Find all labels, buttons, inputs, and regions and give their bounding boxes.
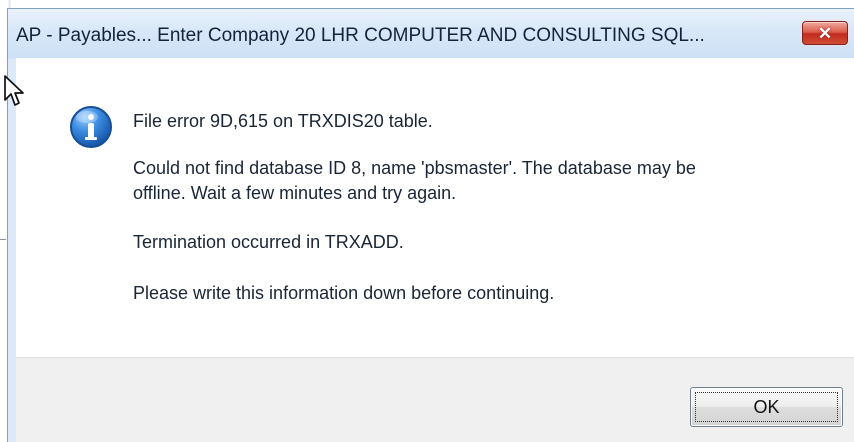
dialog-body: File error 9D,615 on TRXDIS20 table. Cou… bbox=[16, 58, 854, 442]
mouse-pointer-icon bbox=[4, 75, 24, 106]
close-icon: ✕ bbox=[817, 23, 833, 43]
dialog-button-area: OK bbox=[16, 357, 854, 442]
ok-button[interactable]: OK bbox=[690, 387, 843, 427]
dialog-title: AP - Payables... Enter Company 20 LHR CO… bbox=[16, 25, 705, 46]
error-dialog-window: AP - Payables... Enter Company 20 LHR CO… bbox=[7, 8, 854, 442]
desktop-background: AP - Payables... Enter Company 20 LHR CO… bbox=[0, 0, 854, 442]
close-button[interactable]: ✕ bbox=[802, 21, 848, 45]
database-error-line-1: Could not find database ID 8, name 'pbsm… bbox=[133, 158, 696, 178]
message-area: File error 9D,615 on TRXDIS20 table. Cou… bbox=[16, 58, 854, 357]
database-error-line-2: offline. Wait a few minutes and try agai… bbox=[133, 183, 457, 203]
dialog-title-bar[interactable]: AP - Payables... Enter Company 20 LHR CO… bbox=[8, 9, 854, 59]
information-icon bbox=[70, 106, 112, 148]
termination-text: Termination occurred in TRXADD. bbox=[133, 232, 404, 252]
desktop-ruler-tick bbox=[0, 239, 6, 240]
instruction-text: Please write this information down befor… bbox=[133, 283, 555, 303]
file-error-text: File error 9D,615 on TRXDIS20 table. bbox=[133, 111, 433, 131]
ok-button-label: OK bbox=[753, 396, 780, 417]
